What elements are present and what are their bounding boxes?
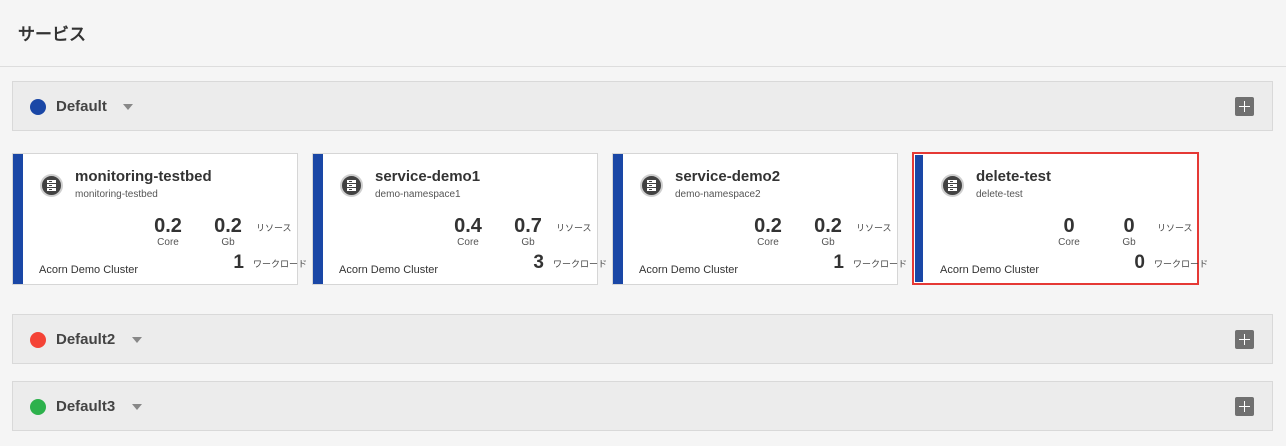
group-name: Default3 xyxy=(56,398,116,415)
add-service-button[interactable] xyxy=(1235,397,1254,416)
workload-count: 1 xyxy=(233,252,244,273)
namespace-name: monitoring-testbed xyxy=(75,189,158,200)
group-name: Default xyxy=(56,98,107,115)
add-service-button[interactable] xyxy=(1235,330,1254,349)
core-unit: Core xyxy=(157,237,179,248)
group-default3: Default3 xyxy=(12,381,1273,431)
gb-value: 0.2 xyxy=(814,215,842,237)
card-accent-bar xyxy=(13,154,23,284)
workload-count: 1 xyxy=(833,252,844,273)
core-unit: Core xyxy=(457,237,479,248)
cluster-name: Acorn Demo Cluster xyxy=(39,264,139,276)
group-default: Default xyxy=(12,81,1273,131)
header-divider xyxy=(0,66,1286,67)
service-name: delete-test xyxy=(976,168,1052,185)
gb-unit: Gb xyxy=(221,237,235,248)
gb-value: 0 xyxy=(1123,215,1135,237)
core-value: 0.2 xyxy=(754,215,782,237)
gb-unit: Gb xyxy=(521,237,535,248)
cluster-name: Acorn Demo Cluster xyxy=(639,264,739,276)
gb-unit: Gb xyxy=(821,237,835,248)
service-name: monitoring-testbed xyxy=(75,168,212,185)
add-service-button[interactable] xyxy=(1235,97,1254,116)
group-color-dot xyxy=(30,332,46,348)
resource-label: リソース xyxy=(256,223,292,233)
group-default2: Default2 xyxy=(12,314,1273,364)
card-accent-bar xyxy=(613,154,623,284)
core-value: 0 xyxy=(1063,215,1075,237)
cluster-name: Acorn Demo Cluster xyxy=(940,264,1040,276)
chevron-down-icon[interactable] xyxy=(132,337,142,343)
gb-value: 0.2 xyxy=(214,215,242,237)
group-color-dot xyxy=(30,99,46,115)
namespace-name: delete-test xyxy=(976,189,1023,200)
service-icon xyxy=(40,174,63,197)
core-unit: Core xyxy=(757,237,779,248)
workload-label: ワークロード xyxy=(253,259,308,269)
group-name: Default2 xyxy=(56,331,116,348)
gb-value: 0.7 xyxy=(514,215,542,237)
service-name: service-demo2 xyxy=(675,168,781,185)
resource-label: リソース xyxy=(556,223,592,233)
group-color-dot xyxy=(30,399,46,415)
card-accent-bar xyxy=(313,154,323,284)
service-card-selected[interactable]: delete-test delete-test 0 Core 0 Gb リソース… xyxy=(912,152,1208,285)
service-icon xyxy=(640,174,663,197)
chevron-down-icon[interactable] xyxy=(132,404,142,410)
workload-label: ワークロード xyxy=(1154,259,1209,269)
workload-count: 3 xyxy=(533,252,544,273)
core-unit: Core xyxy=(1058,237,1080,248)
service-card[interactable]: service-demo2 demo-namespace2 0.2 Core 0… xyxy=(612,153,907,285)
namespace-name: demo-namespace2 xyxy=(675,189,761,200)
gb-unit: Gb xyxy=(1122,237,1136,248)
resource-label: リソース xyxy=(1157,223,1193,233)
namespace-name: demo-namespace1 xyxy=(375,189,461,200)
service-card[interactable]: monitoring-testbed monitoring-testbed 0.… xyxy=(12,153,307,285)
workload-count: 0 xyxy=(1134,252,1145,273)
service-icon xyxy=(941,174,964,197)
service-name: service-demo1 xyxy=(375,168,481,185)
chevron-down-icon[interactable] xyxy=(123,104,133,110)
workload-label: ワークロード xyxy=(853,259,908,269)
service-card[interactable]: service-demo1 demo-namespace1 0.4 Core 0… xyxy=(312,153,607,285)
page-title: サービス xyxy=(18,25,86,44)
workload-label: ワークロード xyxy=(553,259,608,269)
card-accent-bar xyxy=(915,155,923,282)
core-value: 0.4 xyxy=(454,215,482,237)
core-value: 0.2 xyxy=(154,215,182,237)
service-icon xyxy=(340,174,363,197)
cluster-name: Acorn Demo Cluster xyxy=(339,264,439,276)
resource-label: リソース xyxy=(856,223,892,233)
